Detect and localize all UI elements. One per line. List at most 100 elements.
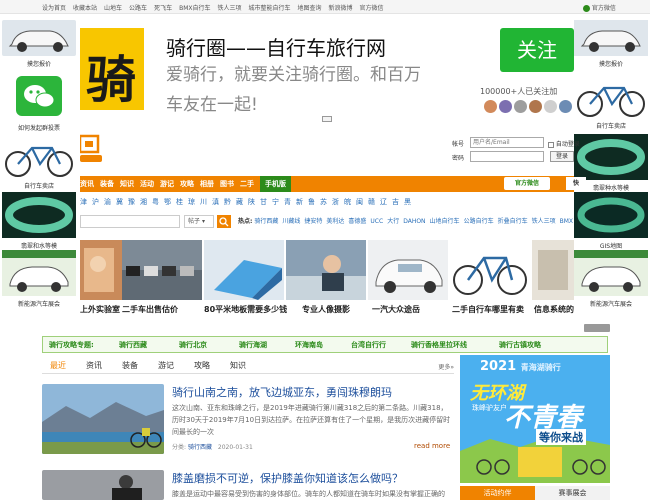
tab-latest[interactable]: 最近 [50, 360, 66, 371]
region-link[interactable]: 青 [284, 198, 291, 206]
hot-keyword[interactable]: 捷安特 [304, 218, 322, 225]
region-link[interactable]: 冀 [116, 198, 123, 206]
region-link[interactable]: 津 [80, 198, 87, 206]
follow-button[interactable]: 关注 [500, 28, 574, 72]
left-ad-wechat[interactable]: 如何发起群投票 [16, 76, 78, 132]
region-link[interactable]: 豫 [128, 198, 135, 206]
strategy-link[interactable]: 骑行古镇攻略 [499, 340, 541, 350]
right-ad-car[interactable]: 摸您报价 [574, 20, 650, 68]
tabs-more-link[interactable]: 更多» [438, 362, 454, 371]
region-link[interactable]: 沪 [92, 198, 99, 206]
gallery-caption[interactable]: 二手自行车哪里有卖 [452, 304, 524, 315]
article-title[interactable]: 膝盖磨损不可逆，保护膝盖你知道该怎么做吗？ [172, 470, 403, 486]
nav-item[interactable]: 活动 [140, 176, 154, 192]
strategy-link[interactable]: 骑行北京 [179, 340, 207, 350]
hot-keyword[interactable]: 骑行西藏 [254, 218, 278, 225]
gallery-caption[interactable]: 一汽大众途岳 [372, 304, 420, 315]
gallery-item[interactable] [80, 240, 122, 300]
nav-item[interactable]: 相册 [200, 176, 214, 192]
auto-login-checkbox[interactable]: 自动登录 [548, 139, 580, 148]
gallery-caption[interactable]: 专业人像摄影 [302, 304, 350, 315]
hot-keyword[interactable]: 喜德盛 [348, 218, 366, 225]
gallery-item[interactable] [368, 240, 448, 300]
region-link[interactable]: 桂 [176, 198, 183, 206]
top-link[interactable]: 山地车 [104, 5, 122, 12]
region-link[interactable]: 滇 [212, 198, 219, 206]
nav-item[interactable]: 装备 [100, 176, 114, 192]
region-link[interactable]: 新 [296, 198, 303, 206]
strategy-link[interactable]: 骑行西藏 [119, 340, 147, 350]
top-link[interactable]: 新浪微博 [329, 5, 353, 12]
strategy-link[interactable]: 骑行海湖 [239, 340, 267, 350]
nav-item[interactable]: 图书 [220, 176, 234, 192]
region-link[interactable]: 甘 [260, 198, 267, 206]
top-link[interactable]: 设为首页 [42, 5, 66, 12]
top-link[interactable]: 公路车 [129, 5, 147, 12]
gallery-item[interactable] [122, 240, 202, 300]
region-link[interactable]: 宁 [272, 198, 279, 206]
top-link[interactable]: BMX自行车 [179, 5, 210, 12]
gallery-caption[interactable]: 上外实验室 [80, 304, 120, 315]
nav-more-button[interactable]: 快 [566, 177, 586, 190]
search-type-select[interactable]: 帖子 ▾ [184, 215, 214, 228]
close-ad-icon[interactable] [584, 324, 610, 332]
strategy-link[interactable]: 骑行香格里拉环线 [411, 340, 467, 350]
strategy-link[interactable]: 环海南岛 [295, 340, 323, 350]
hot-keyword[interactable]: 铁人三项 [532, 218, 556, 225]
article-image[interactable] [42, 470, 164, 500]
banner-close-icon[interactable] [322, 116, 332, 122]
region-link[interactable]: 藏 [236, 198, 243, 206]
left-ad-bike[interactable]: 自行车卖店 [2, 136, 78, 190]
site-logo[interactable] [78, 134, 102, 164]
qinghai-lake-ad[interactable]: 2021 青海湖骑行 无环湖 珠峰驴友户 不青春 等你来战 [460, 355, 610, 483]
top-link[interactable]: 官方微信 [360, 5, 384, 12]
region-link[interactable]: 黔 [224, 198, 231, 206]
left-ad-car[interactable]: 摸您报价 [2, 20, 78, 68]
region-link[interactable]: 吉 [392, 198, 399, 206]
account-input[interactable] [470, 137, 544, 148]
left-ad-jade[interactable]: 翡翠和水等模 [2, 192, 78, 250]
top-link[interactable]: 城市整能自行车 [249, 5, 291, 12]
top-link[interactable]: 地图查询 [298, 5, 322, 12]
search-button[interactable] [217, 215, 231, 228]
top-wechat-link[interactable]: 官方微信 [583, 3, 616, 12]
right-ad-bike[interactable]: 自行车卖店 [574, 76, 650, 130]
tab-knowledge[interactable]: 知识 [230, 360, 246, 371]
nav-item[interactable]: 知识 [120, 176, 134, 192]
region-link[interactable]: 渝 [104, 198, 111, 206]
tab-travel[interactable]: 游记 [158, 360, 174, 371]
gallery-caption[interactable]: 80平米地板需要多少钱 [204, 304, 287, 315]
gallery-item[interactable] [204, 240, 284, 300]
hot-keyword[interactable]: 折叠自行车 [498, 218, 528, 225]
hot-keyword[interactable]: 大行 [387, 218, 399, 225]
gallery-caption[interactable]: 二手车出售估价 [122, 304, 178, 315]
nav-wechat-button[interactable]: 官方微信 [504, 177, 550, 190]
right-ad-gis[interactable]: GIS地图 [574, 192, 650, 250]
region-link[interactable]: 皖 [344, 198, 351, 206]
tab-guide[interactable]: 攻略 [194, 360, 210, 371]
nav-item[interactable]: 资讯 [80, 176, 94, 192]
article-image[interactable] [42, 384, 164, 454]
nav-item[interactable]: 攻略 [180, 176, 194, 192]
right-ad-ev[interactable]: 新能源汽车展会 [574, 250, 650, 308]
region-link[interactable]: 辽 [380, 198, 387, 206]
article-title[interactable]: 骑行山南之南，放飞边城亚东，勇闯珠穆朗玛 [172, 384, 392, 400]
tab-activities[interactable]: 活动约伴 [460, 486, 535, 500]
hot-keyword[interactable]: 美利达 [326, 218, 344, 225]
read-more-link[interactable]: read more [414, 442, 450, 450]
region-link[interactable]: 陕 [248, 198, 255, 206]
hot-keyword[interactable]: 公路自行车 [464, 218, 494, 225]
tab-gear[interactable]: 装备 [122, 360, 138, 371]
gallery-caption[interactable]: 信息系统的 [534, 304, 574, 315]
article-category[interactable]: 骑行西藏 [188, 444, 212, 451]
hot-keyword[interactable]: BMX [560, 218, 573, 225]
nav-item[interactable]: 二手 [240, 176, 254, 192]
region-link[interactable]: 苏 [320, 198, 327, 206]
region-link[interactable]: 湘 [140, 198, 147, 206]
region-link[interactable]: 鲁 [308, 198, 315, 206]
login-button[interactable]: 登录 [550, 151, 574, 162]
region-link[interactable]: 粤 [152, 198, 159, 206]
region-link[interactable]: 浙 [332, 198, 339, 206]
region-link[interactable]: 琼 [188, 198, 195, 206]
hot-keyword[interactable]: 山地自行车 [430, 218, 460, 225]
